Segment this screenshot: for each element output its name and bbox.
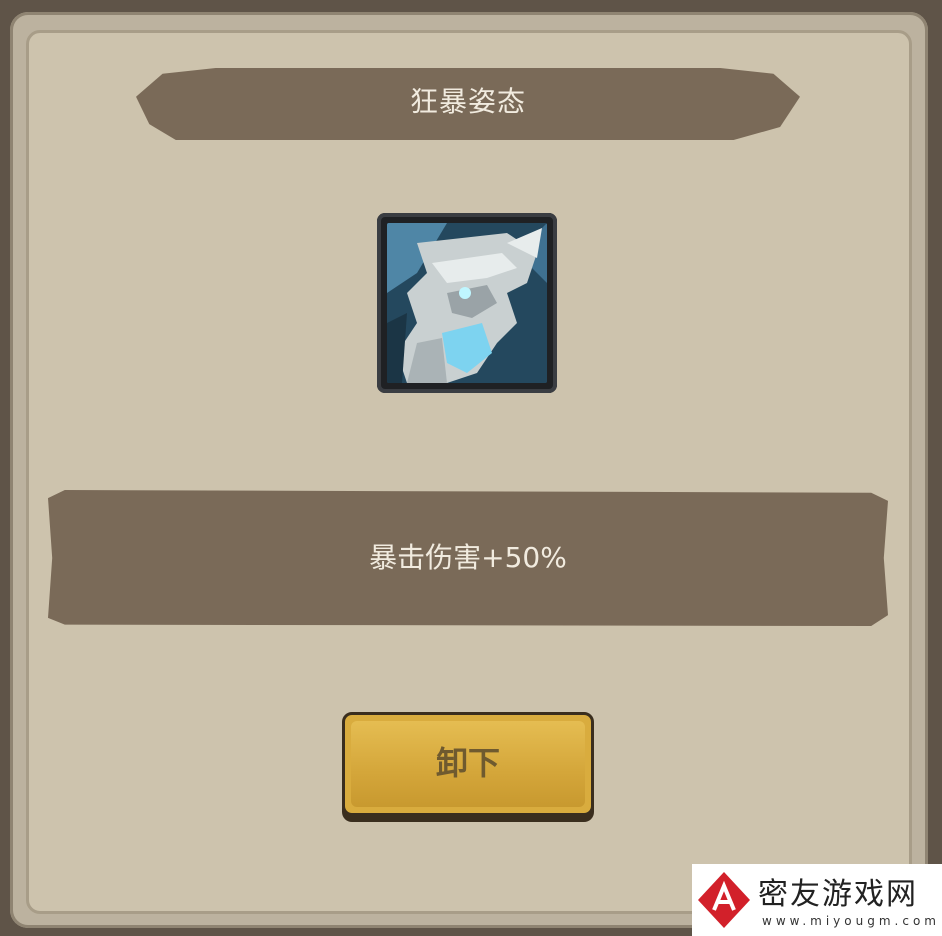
skill-icon-frame (377, 213, 557, 393)
watermark-url: www.miyougm.com (762, 914, 940, 928)
skill-title: 狂暴姿态 (409, 85, 526, 118)
site-watermark: 密友游戏网 www.miyougm.com (692, 864, 942, 936)
watermark-site-name: 密友游戏网 (758, 877, 918, 912)
unequip-button-label: 卸下 (435, 744, 500, 782)
unequip-button[interactable]: 卸下 (342, 712, 594, 816)
bearded-warrior-skill-icon (387, 223, 547, 383)
skill-description: 暴击伤害+50% (369, 541, 567, 574)
site-logo-icon (698, 872, 750, 928)
